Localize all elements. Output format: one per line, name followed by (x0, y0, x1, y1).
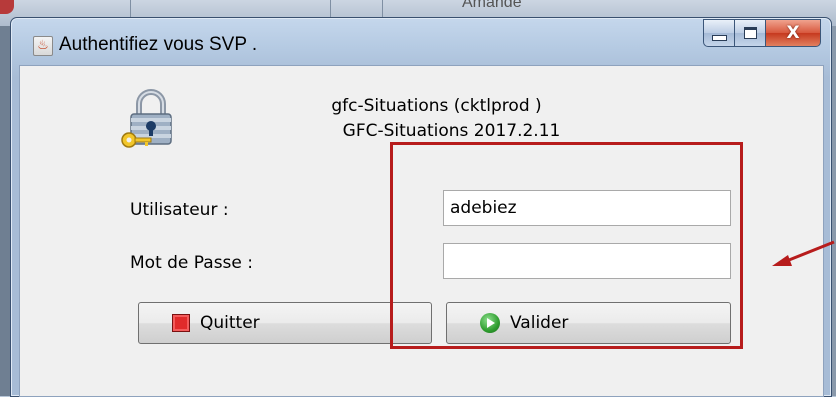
title-bar[interactable]: ♨ Authentifiez vous SVP . X (11, 18, 831, 64)
quit-button-label: Quitter (200, 313, 260, 333)
password-input[interactable] (443, 243, 731, 279)
window-controls: X (703, 19, 821, 47)
maximize-icon (743, 27, 757, 39)
background-red-element (0, 0, 14, 14)
play-icon (480, 313, 500, 333)
window-title: Authentifiez vous SVP . (59, 34, 258, 55)
application-version: GFC-Situations 2017.2.11 (342, 121, 561, 141)
username-label: Utilisateur : (130, 200, 229, 220)
background-text: Amande (462, 0, 522, 11)
validate-button-label: Valider (510, 313, 569, 333)
application-name: gfc-Situations (cktlprod ) (331, 96, 542, 116)
login-dialog: ♨ Authentifiez vous SVP . X gfc-Situatio… (10, 17, 832, 397)
dialog-content: gfc-Situations (cktlprod ) GFC-Situation… (19, 65, 824, 397)
stop-icon (172, 314, 190, 332)
password-label: Mot de Passe : (130, 253, 254, 273)
close-icon: X (786, 23, 800, 43)
minimize-icon (711, 35, 727, 41)
validate-button[interactable]: Valider (446, 302, 731, 344)
maximize-button[interactable] (734, 19, 765, 47)
close-button[interactable]: X (765, 19, 821, 47)
username-input[interactable] (443, 190, 731, 226)
quit-button[interactable]: Quitter (138, 302, 432, 344)
java-cup-icon[interactable]: ♨ (33, 36, 53, 56)
minimize-button[interactable] (703, 19, 734, 47)
